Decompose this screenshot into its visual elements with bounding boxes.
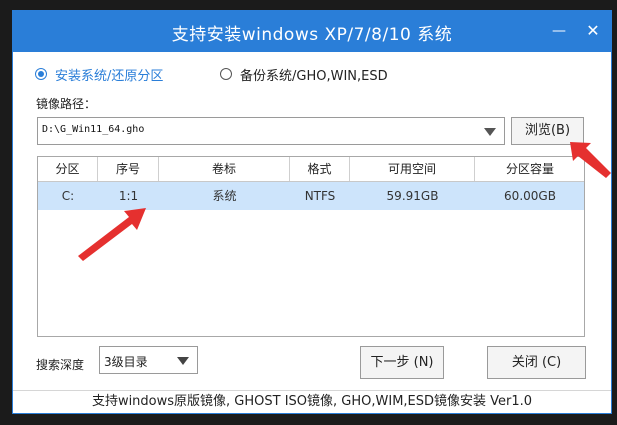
chevron-down-icon[interactable] — [484, 128, 496, 136]
column-header-capacity[interactable]: 分区容量 — [475, 157, 585, 181]
partition-table: 分区 序号 卷标 格式 可用空间 分区容量 C: 1:1 系统 NTFS 59.… — [37, 156, 585, 337]
image-path-label: 镜像路径： — [36, 97, 97, 111]
cell-free-space: 59.91GB — [386, 189, 439, 203]
cell-capacity: 60.00GB — [504, 189, 556, 203]
column-header-free-space[interactable]: 可用空间 — [350, 157, 475, 181]
title-bar: 支持安装windows XP/7/8/10 系统 — ✕ — [13, 11, 611, 52]
backup-mode-option[interactable]: 备份系统/GHO,WIN,ESD — [220, 65, 388, 84]
close-icon[interactable]: ✕ — [583, 22, 603, 40]
install-mode-label[interactable]: 安装系统/还原分区 — [55, 65, 163, 84]
search-depth-value: 3级目录 — [104, 355, 148, 369]
cell-index: 1:1 — [118, 189, 139, 203]
column-header-format[interactable]: 格式 — [290, 157, 350, 181]
window-title: 支持安装windows XP/7/8/10 系统 — [171, 25, 453, 45]
backup-radio-icon[interactable] — [220, 68, 232, 80]
column-header-label[interactable]: 卷标 — [159, 157, 290, 181]
installer-window: 支持安装windows XP/7/8/10 系统 — ✕ 安装系统/还原分区 备… — [12, 10, 612, 414]
image-path-value: D:\G_Win11_64.gho — [42, 124, 145, 135]
cell-label: 系统 — [212, 189, 237, 203]
backup-mode-label[interactable]: 备份系统/GHO,WIN,ESD — [240, 65, 388, 84]
column-header-partition[interactable]: 分区 — [38, 157, 98, 181]
column-header-index[interactable]: 序号 — [98, 157, 159, 181]
cell-format: NTFS — [304, 189, 336, 203]
install-mode-option[interactable]: 安装系统/还原分区 — [35, 65, 163, 84]
install-radio-icon[interactable] — [35, 68, 47, 80]
minimize-icon[interactable]: — — [549, 22, 569, 40]
search-depth-label: 搜索深度 — [36, 358, 85, 372]
browse-button[interactable]: 浏览(B) — [511, 117, 584, 145]
table-header: 分区 序号 卷标 格式 可用空间 分区容量 — [38, 157, 584, 182]
table-row[interactable]: C: 1:1 系统 NTFS 59.91GB 60.00GB — [38, 182, 584, 210]
next-button[interactable]: 下一步 (N) — [360, 346, 444, 379]
close-button[interactable]: 关闭 (C) — [487, 346, 586, 379]
cell-partition: C: — [61, 189, 75, 203]
chevron-down-icon[interactable] — [177, 357, 189, 365]
footer-text: 支持windows原版镜像, GHOST ISO镜像, GHO,WIM,ESD镜… — [13, 390, 611, 413]
search-depth-select[interactable]: 3级目录 — [99, 346, 198, 374]
image-path-select[interactable]: D:\G_Win11_64.gho — [37, 117, 505, 145]
